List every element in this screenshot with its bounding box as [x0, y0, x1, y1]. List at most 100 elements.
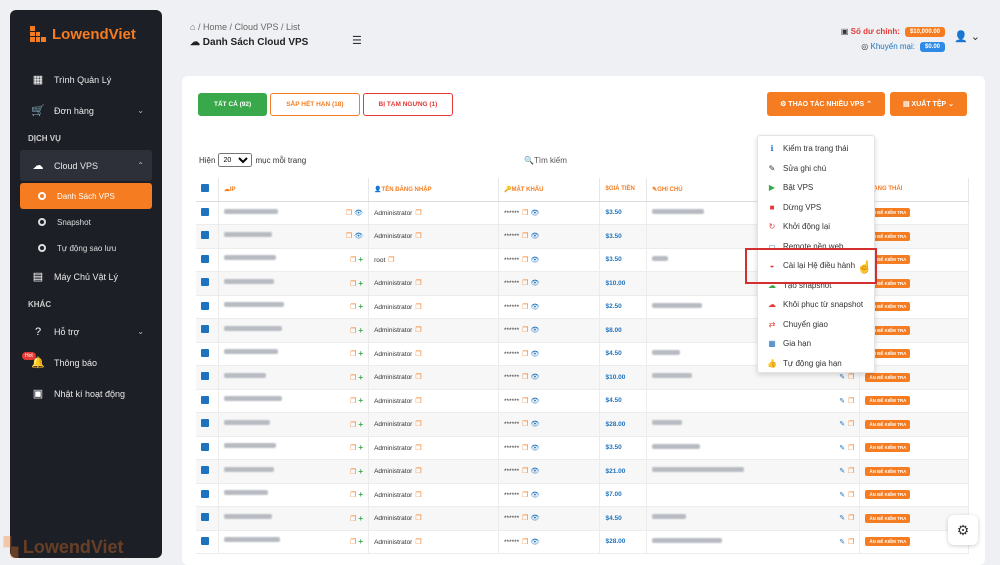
copy-icon[interactable]: ❐: [415, 398, 421, 405]
tab-expiring[interactable]: SẮP HẾT HẠN (18): [270, 93, 360, 116]
row-checkbox[interactable]: [201, 348, 209, 357]
copy-icon[interactable]: ❐: [350, 351, 356, 358]
copy-icon[interactable]: ❐: [522, 492, 528, 499]
copy-icon[interactable]: ❐: [350, 304, 356, 311]
copy-icon[interactable]: ❐: [848, 374, 854, 381]
row-checkbox[interactable]: [201, 301, 209, 310]
status-button[interactable]: ẤN ĐỂ KIỂM TRA: [865, 372, 911, 382]
eye-icon[interactable]: 👁: [530, 233, 539, 240]
status-button[interactable]: ẤN ĐỂ KIỂM TRA: [865, 443, 911, 453]
edit-icon[interactable]: ✎: [839, 492, 845, 499]
sidebar-item-cloud-vps[interactable]: ☁ Cloud VPS ⌃: [20, 150, 152, 181]
copy-icon[interactable]: ❐: [350, 469, 356, 476]
copy-icon[interactable]: ❐: [522, 374, 528, 381]
copy-icon[interactable]: ❐: [522, 421, 528, 428]
copy-icon[interactable]: ❐: [522, 327, 528, 334]
plus-icon[interactable]: +: [358, 467, 363, 476]
eye-icon[interactable]: 👁: [530, 257, 539, 264]
menu-toggle-icon[interactable]: ☰: [352, 34, 362, 47]
copy-icon[interactable]: ❐: [522, 468, 528, 475]
copy-icon[interactable]: ❐: [522, 445, 528, 452]
row-checkbox[interactable]: [201, 442, 209, 451]
edit-icon[interactable]: ✎: [839, 468, 845, 475]
sidebar-item-physical[interactable]: ▤ Máy Chủ Vật Lý: [10, 261, 162, 292]
table-row[interactable]: ❐ + Administrator ❐ ****** ❐ 👁 $28.00 ✎ ❐ ẤN …: [196, 412, 969, 437]
plus-icon[interactable]: +: [358, 396, 363, 405]
copy-icon[interactable]: ❐: [522, 304, 528, 311]
copy-icon[interactable]: ❐: [415, 468, 421, 475]
copy-icon[interactable]: ❐: [415, 445, 421, 452]
edit-icon[interactable]: ✎: [839, 398, 845, 405]
eye-icon[interactable]: 👁: [530, 280, 539, 287]
status-button[interactable]: ẤN ĐỂ KIỂM TRA: [865, 513, 911, 523]
plus-icon[interactable]: +: [358, 255, 363, 264]
eye-icon[interactable]: 👁: [530, 210, 539, 217]
row-checkbox[interactable]: [201, 536, 209, 545]
copy-icon[interactable]: ❐: [522, 398, 528, 405]
plus-icon[interactable]: +: [358, 302, 363, 311]
settings-gear-icon[interactable]: ⚙: [948, 515, 978, 545]
copy-icon[interactable]: ❐: [346, 210, 352, 217]
plus-icon[interactable]: +: [358, 326, 363, 335]
table-row[interactable]: ❐ + Administrator ❐ ****** ❐ 👁 $28.00 ✎ ❐ ẤN …: [196, 530, 969, 554]
copy-icon[interactable]: ❐: [848, 492, 854, 499]
row-checkbox-cell[interactable]: [196, 342, 219, 366]
eye-icon[interactable]: 👁: [354, 210, 363, 217]
eye-icon[interactable]: 👁: [530, 304, 539, 311]
row-checkbox-cell[interactable]: [196, 389, 219, 413]
status-button[interactable]: ẤN ĐỂ KIỂM TRA: [865, 396, 911, 406]
eye-icon[interactable]: 👁: [530, 398, 539, 405]
plus-icon[interactable]: +: [358, 537, 363, 546]
status-button[interactable]: ẤN ĐỂ KIỂM TRA: [865, 419, 911, 429]
row-checkbox[interactable]: [201, 254, 209, 263]
col-price[interactable]: $GIÁ TIỀN: [599, 178, 648, 202]
copy-icon[interactable]: ❐: [415, 492, 421, 499]
copy-icon[interactable]: ❐: [522, 210, 528, 217]
bulk-actions-button[interactable]: ⚙ THAO TÁC NHIỀU VPS ⌃: [767, 92, 885, 116]
row-checkbox-cell[interactable]: [196, 295, 219, 319]
menu-item[interactable]: ✎ Sửa ghi chú: [758, 159, 874, 179]
copy-icon[interactable]: ❐: [522, 257, 528, 264]
copy-icon[interactable]: ❐: [350, 445, 356, 452]
plus-icon[interactable]: +: [358, 420, 363, 429]
eye-icon[interactable]: 👁: [530, 421, 539, 428]
eye-icon[interactable]: 👁: [530, 374, 539, 381]
plus-icon[interactable]: +: [358, 279, 363, 288]
menu-item[interactable]: ⇄ Chuyển giao: [758, 315, 874, 335]
status-button[interactable]: ẤN ĐỂ KIỂM TRA: [865, 466, 911, 476]
copy-icon[interactable]: ❐: [415, 374, 421, 381]
copy-icon[interactable]: ❐: [415, 327, 421, 334]
sidebar-sub-auto-backup[interactable]: Tự động sao lưu: [10, 235, 162, 261]
status-button[interactable]: ẤN ĐỂ KIỂM TRA: [865, 537, 911, 547]
table-row[interactable]: ❐ + Administrator ❐ ****** ❐ 👁 $3.50 ✎ ❐ ẤN Đ…: [196, 436, 969, 460]
row-checkbox[interactable]: [201, 513, 209, 522]
menu-item[interactable]: ▶ Bật VPS: [758, 178, 874, 198]
plus-icon[interactable]: +: [358, 373, 363, 382]
edit-icon[interactable]: ✎: [839, 421, 845, 428]
eye-icon[interactable]: 👁: [354, 233, 363, 240]
copy-icon[interactable]: ❐: [415, 539, 421, 546]
copy-icon[interactable]: ❐: [848, 445, 854, 452]
copy-icon[interactable]: ❐: [350, 539, 356, 546]
menu-item[interactable]: 👍 Tự động gia hạn: [758, 354, 874, 374]
row-checkbox-cell[interactable]: [196, 483, 219, 507]
menu-item[interactable]: ▦ Gia hạn: [758, 334, 874, 354]
copy-icon[interactable]: ❐: [350, 422, 356, 429]
copy-icon[interactable]: ❐: [415, 233, 421, 240]
copy-icon[interactable]: ❐: [350, 257, 356, 264]
table-row[interactable]: ❐ + Administrator ❐ ****** ❐ 👁 $21.00 ✎ ❐ ẤN …: [196, 459, 969, 484]
copy-icon[interactable]: ❐: [522, 539, 528, 546]
menu-item[interactable]: ☁ Khôi phục từ snapshot: [758, 295, 874, 315]
col-ip[interactable]: ☁IP: [218, 178, 370, 202]
row-checkbox-cell[interactable]: [196, 459, 219, 484]
row-checkbox-cell[interactable]: [196, 436, 219, 460]
checkbox-select-all[interactable]: [201, 184, 209, 193]
sidebar-item-orders[interactable]: 🛒 Đơn hàng ⌄: [10, 95, 162, 126]
breadcrumb-cloud[interactable]: Cloud VPS: [234, 22, 278, 32]
breadcrumb-home[interactable]: Home: [203, 22, 227, 32]
copy-icon[interactable]: ❐: [848, 468, 854, 475]
col-username[interactable]: 👤TÊN ĐĂNG NHẬP: [368, 178, 499, 202]
copy-icon[interactable]: ❐: [848, 398, 854, 405]
copy-icon[interactable]: ❐: [848, 539, 854, 546]
copy-icon[interactable]: ❐: [350, 281, 356, 288]
